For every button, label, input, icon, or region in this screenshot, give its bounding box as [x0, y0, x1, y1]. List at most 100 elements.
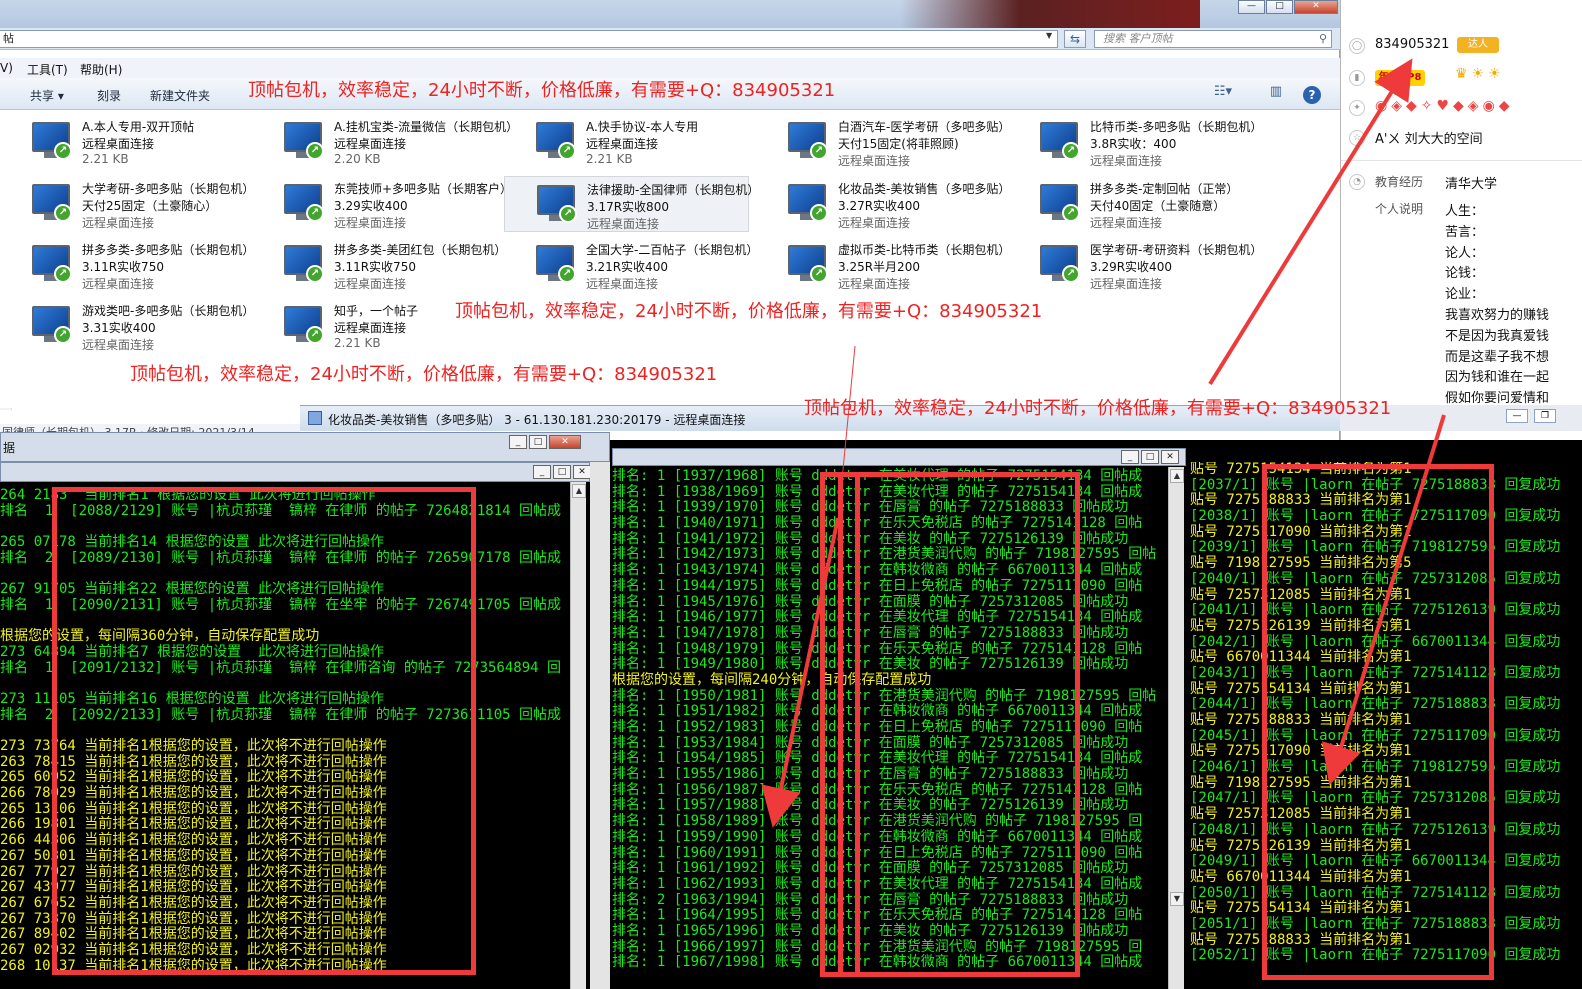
file-name: 白酒汽车-医学考研（多吧多贴） — [838, 120, 1011, 134]
console-line: [2038/1] 账号 |laorn 在帖子 7275117090 回复成功 — [1190, 508, 1561, 525]
titlebar-background — [900, 0, 1200, 28]
file-name: 拼多多类-美团红包（长期包机） — [334, 243, 507, 257]
search-placeholder: 搜索 客户顶帖 — [1103, 32, 1173, 45]
file-item[interactable]: ↗ A.本人专用-双开顶帖 远程桌面连接 2.21 KB — [0, 114, 245, 170]
console-line: 排名: 1 [1955/1986] 账号 dddetvr 在唇膏 的帖子 727… — [612, 766, 1129, 783]
console-2-scrollbar[interactable]: ▲ ▼ — [1168, 467, 1184, 989]
help-icon[interactable]: ? — [1303, 86, 1321, 104]
console-1-inner-maximize-button[interactable]: □ — [553, 465, 571, 479]
remote-desktop-file-icon: ↗ — [30, 245, 74, 283]
menu-item-view[interactable]: V) — [0, 61, 13, 75]
console-1-output[interactable]: 264 2183 当前排名1 根据您的设置 此次将进行回帖操作 排名 1 [208… — [0, 482, 570, 989]
console-line: 贴号 6670011344 当前排名为第1 — [1190, 649, 1412, 666]
console-1-close-button[interactable]: ✕ — [549, 435, 581, 449]
share-button[interactable]: 共享 ▾ — [30, 87, 64, 104]
maximize-button[interactable]: □ — [1266, 0, 1293, 14]
console-2-close-button[interactable]: ✕ — [1161, 450, 1179, 464]
file-line-2: 远程桌面连接 — [334, 321, 407, 335]
console-1-controls: _ □ ✕ — [509, 435, 581, 449]
file-item[interactable]: ↗ 白酒汽车-医学考研（多吧多贴） 天付15固定(将菲照顾) 远程桌面连接 — [756, 114, 1010, 170]
console-line: 排名: 1 [1952/1983] 账号 dddetvr 在日上免税店 的帖子 … — [612, 719, 1143, 735]
file-item[interactable]: ↗ 法律援助-全国律师（长期包机） 3.17R实收800 远程桌面连接 — [504, 176, 759, 232]
file-item[interactable]: ↗ 大学考研-多吧多贴（长期包机） 天付25固定（土豪随心） 远程桌面连接 — [0, 176, 254, 232]
console-1-scrollbar[interactable]: ▲ — [570, 482, 586, 989]
remote-desktop-file-icon: ↗ — [30, 306, 74, 344]
console-2-minimize-button[interactable]: _ — [1121, 450, 1139, 464]
file-item[interactable]: ↗ 拼多多类-多吧多贴（长期包机） 3.11R实收750 远程桌面连接 — [0, 237, 254, 293]
rdp-restore-button[interactable]: ❐ — [1534, 409, 1556, 423]
space-name: 刘大大的空间 — [1404, 132, 1483, 147]
profile-divider — [1341, 160, 1582, 161]
console-window-1-frame: 据 _ □ ✕ — [0, 432, 610, 462]
console-line: 265 60952 当前排名1根据您的设置，此次将不进行回帖操作 — [0, 769, 387, 786]
file-line-2: 3.11R实收750 — [334, 260, 416, 274]
console-line: 排名: 1 [1966/1997] 账号 dddetvr 在港货美润代购 的帖子… — [612, 938, 1143, 955]
svip-badge[interactable]: 年SVIP8 — [1375, 70, 1425, 86]
file-item[interactable]: ↗ 拼多多类-定制回帖（正常） 天付40固定（土豪随意） 远程桌面连接 — [1008, 176, 1253, 232]
console-1-maximize-button[interactable]: □ — [529, 435, 547, 449]
chevron-down-icon[interactable]: ▼ — [1046, 31, 1052, 40]
file-item[interactable]: ↗ 游戏类吧-多吧多贴（长期包机） 3.31实收400 远程桌面连接 — [0, 298, 254, 354]
console-2-output[interactable]: 排名: 1 [1937/1968] 账号 dddetvr 在美妆代理 的帖子 7… — [612, 467, 1168, 989]
scroll-down-icon[interactable]: ▼ — [1170, 892, 1184, 906]
console-1-inner-minimize-button[interactable]: _ — [533, 465, 551, 479]
new-folder-button[interactable]: 新建文件夹 — [150, 87, 210, 104]
file-item[interactable]: ↗ 拼多多类-美团红包（长期包机） 3.11R实收750 远程桌面连接 — [252, 237, 506, 293]
console-1-minimize-button[interactable]: _ — [509, 435, 527, 449]
remote-desktop-icon — [308, 411, 322, 425]
console-line: 排名: 1 [1949/1980] 账号 dddetvr 在美妆 的帖子 727… — [612, 656, 1129, 673]
remote-desktop-file-icon: ↗ — [282, 306, 326, 344]
scroll-up-icon[interactable]: ▲ — [572, 484, 586, 498]
menu-item-tools[interactable]: 工具(T) — [27, 61, 68, 78]
connection-arrow-icon: ↗ — [54, 265, 72, 283]
file-item[interactable]: ↗ 医学考研-考研资料（长期包机） 3.29R实收400 远程桌面连接 — [1008, 237, 1262, 293]
file-line-2: 3.11R实收750 — [82, 260, 164, 274]
close-button[interactable]: ✕ — [1294, 0, 1338, 14]
refresh-icon[interactable]: ⇆ — [1064, 30, 1086, 48]
file-item[interactable]: ↗ 比特币类-多吧多贴（长期包机） 3.8R实收：400 远程桌面连接 — [1008, 114, 1262, 170]
file-item[interactable]: ↗ 全国大学-二百帖子（长期包机） 3.21R实收400 远程桌面连接 — [504, 237, 758, 293]
burn-button[interactable]: 刻录 — [97, 87, 121, 104]
gift-icon: ✦ — [1349, 100, 1365, 116]
connection-arrow-icon: ↗ — [810, 142, 828, 160]
daren-badge[interactable]: 达人 — [1457, 37, 1499, 53]
search-icon[interactable]: ⚲ — [1319, 31, 1327, 47]
console-line: 排名: 1 [1957/1988] 账号 dddetvr 在美妆 的帖子 727… — [612, 797, 1129, 814]
address-input[interactable]: 帖 — [0, 30, 1058, 48]
remote-desktop-file-icon: ↗ — [786, 184, 830, 222]
file-item[interactable]: ↗ 东莞技师+多吧多贴（长期客户） 3.29实收400 远程桌面连接 — [252, 176, 512, 232]
file-line-3: 远程桌面连接 — [838, 216, 911, 230]
file-item[interactable]: ↗ 虚拟币类-比特币类（长期包机） 3.25R半月200 远程桌面连接 — [756, 237, 1010, 293]
file-item[interactable]: ↗ A.挂机宝类-流量微信（长期包机） 远程桌面连接 2.20 KB — [252, 114, 518, 170]
console-2-maximize-button[interactable]: □ — [1141, 450, 1159, 464]
console-line: 贴号 7275188833 当前排名为第1 — [1190, 492, 1412, 509]
minimize-button[interactable]: — — [1238, 0, 1265, 14]
bio-line: 论业： — [1445, 287, 1485, 303]
education-label: 教育经历 — [1375, 175, 1424, 189]
file-item[interactable]: ↗ 化妆品类-美妆销售（多吧多贴） 3.27R实收400 远程桌面连接 — [756, 176, 1010, 232]
console-line: 根据您的设置，每间隔240分钟，自动保存配置成功 — [612, 671, 932, 688]
rdp-minimize-button[interactable]: — — [1506, 409, 1528, 423]
menu-item-help[interactable]: 帮助(H) — [80, 61, 122, 78]
console-line: 267 43977 当前排名1根据您的设置，此次将不进行回帖操作 — [0, 879, 387, 896]
file-line-3: 2.21 KB — [82, 152, 129, 166]
console-line: 排名: 1 [1956/1987] 账号 dddetvr 在乐天免税店 的帖子 … — [612, 781, 1143, 798]
console-line: [2052/1] 账号 |laorn 在帖子 7275117090 回复成功 — [1190, 947, 1561, 964]
console-line: 273 73764 当前排名1根据您的设置，此次将不进行回帖操作 — [0, 738, 387, 754]
console-3-output[interactable]: 贴号 7275154134 当前排名为第1 [2037/1] 账号 |laorn … — [1190, 462, 1582, 989]
console-line: 267 77927 当前排名1根据您的设置，此次将不进行回帖操作 — [0, 863, 387, 880]
connection-arrow-icon: ↗ — [559, 205, 577, 223]
view-options-icon[interactable]: ☷▾ — [1212, 84, 1234, 104]
console-line: 267 73370 当前排名1根据您的设置，此次将不进行回帖操作 — [0, 910, 387, 927]
explorer-titlebar: — □ ✕ — [0, 0, 1340, 28]
remote-desktop-file-icon: ↗ — [1038, 122, 1082, 160]
preview-pane-icon[interactable]: ▥ — [1265, 84, 1287, 104]
file-item[interactable]: ↗ A.快手协议-本人专用 远程桌面连接 2.21 KB — [504, 114, 749, 170]
scroll-up-icon[interactable]: ▲ — [1170, 469, 1184, 483]
console-line: 排名: 1 [1965/1996] 账号 dddetvr 在美妆 的帖子 727… — [612, 922, 1129, 939]
qzone-link[interactable]: A'ㄨ 刘大大的空间 — [1375, 128, 1483, 147]
bio-line: 假如你要问爱情和 — [1445, 391, 1550, 407]
search-input[interactable]: 搜索 客户顶帖 ⚲ — [1094, 30, 1332, 48]
console-1-inner-close-button[interactable]: ✕ — [573, 465, 591, 479]
